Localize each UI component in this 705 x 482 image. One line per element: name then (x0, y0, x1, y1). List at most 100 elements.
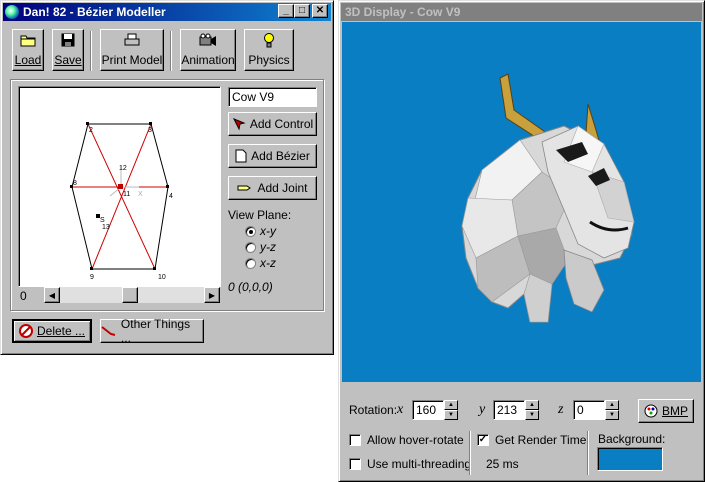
radio-label: x-y (260, 224, 276, 238)
camera-icon (199, 33, 216, 46)
new-page-icon (235, 149, 247, 163)
delete-label: Delete ... (36, 324, 86, 338)
model-wireframe: 2 3 8 4 9 10 11 12 13 S X (70, 122, 173, 281)
options-separator (587, 431, 589, 475)
app-icon (5, 5, 19, 19)
view-plane-yz-radio[interactable]: y-z (245, 240, 276, 254)
allow-hover-rotate-checkbox[interactable]: Allow hover-rotate (349, 433, 464, 447)
floppy-icon (61, 33, 75, 47)
point-label: 12 (119, 165, 127, 172)
rotation-y-input[interactable]: 213 (493, 400, 525, 420)
scroll-value: 0 (20, 289, 27, 303)
lightbulb-icon (264, 33, 274, 48)
rotation-x-input[interactable]: 160 (412, 400, 444, 420)
rotation-z-arrows[interactable]: ▲ ▼ (605, 400, 619, 420)
add-joint-label: Add Joint (257, 181, 308, 195)
axis-label: X (138, 191, 143, 198)
horizontal-scrollbar[interactable]: ◀ ▶ (44, 287, 220, 303)
add-control-label: Add Control (249, 117, 314, 131)
checkbox-indicator (349, 458, 361, 470)
checkbox-indicator (349, 434, 361, 446)
radio-label: y-z (260, 240, 276, 254)
delete-button[interactable]: Delete ... (12, 319, 92, 343)
maximize-button[interactable]: □ (294, 4, 310, 18)
scroll-right-button[interactable]: ▶ (204, 287, 220, 303)
spin-down-icon[interactable]: ▼ (525, 410, 539, 420)
view-plane-xy-radio[interactable]: x-y (245, 224, 276, 238)
bmp-label: BMP (661, 404, 688, 418)
cursor-arrow-icon (232, 118, 246, 131)
spin-up-icon[interactable]: ▲ (444, 400, 458, 410)
cow-model-render (461, 73, 635, 323)
bmp-button[interactable]: BMP (638, 399, 694, 423)
print-model-button[interactable]: Print Model (100, 29, 164, 71)
control-point[interactable] (153, 267, 156, 270)
checkbox-indicator: ✓ (477, 434, 489, 446)
display-title: 3D Display - Cow V9 (345, 5, 461, 19)
rotation-x-axis-label: x (397, 402, 404, 417)
scroll-thumb[interactable] (122, 287, 138, 303)
folder-icon (20, 35, 36, 47)
radio-indicator (245, 241, 256, 253)
animation-label: Animation (181, 53, 235, 67)
point-label: 13 (102, 224, 110, 231)
radio-label: x-z (260, 256, 276, 270)
spin-down-icon[interactable]: ▼ (605, 410, 619, 420)
control-point[interactable] (90, 267, 93, 270)
use-multi-threading-checkbox[interactable]: Use multi-threading (349, 457, 471, 471)
display-titlebar[interactable]: 3D Display - Cow V9 (341, 3, 702, 21)
rotation-x-spinner[interactable]: 160 ▲ ▼ (412, 400, 458, 420)
model-name-input[interactable]: Cow V9 (228, 87, 317, 107)
control-point[interactable] (86, 122, 89, 125)
point-label: 4 (169, 193, 173, 200)
rotation-label: Rotation: (349, 403, 398, 417)
rotation-y-spinner[interactable]: 213 ▲ ▼ (493, 400, 539, 420)
modeller-window: Dan! 82 - Bézier Modeller _ □ ✕ Load Sav… (0, 0, 334, 355)
physics-button[interactable]: Physics (244, 29, 294, 71)
rotation-z-spinner[interactable]: 0 ▲ ▼ (573, 400, 619, 420)
checkbox-label: Use multi-threading (367, 457, 472, 471)
save-label: Save (54, 53, 82, 67)
selected-point[interactable] (118, 184, 123, 189)
left-horn (499, 73, 549, 141)
spin-up-icon[interactable]: ▲ (525, 400, 539, 410)
control-point[interactable] (149, 122, 152, 125)
rotation-x-arrows[interactable]: ▲ ▼ (444, 400, 458, 420)
other-things-label: Other Things ... (120, 317, 191, 345)
render-viewport[interactable] (342, 22, 701, 382)
view-plane-xz-radio[interactable]: x-z (245, 256, 276, 270)
print-model-label: Print Model (101, 53, 163, 67)
toolbar-separator (90, 31, 92, 71)
rotation-y-axis-label: y (479, 402, 486, 417)
close-button[interactable]: ✕ (312, 4, 328, 18)
wrench-icon (101, 326, 116, 336)
save-button[interactable]: Save (52, 29, 84, 71)
radio-indicator (245, 225, 256, 237)
point-label: S (100, 217, 105, 224)
background-color-swatch[interactable] (597, 447, 663, 471)
rotation-y-arrows[interactable]: ▲ ▼ (525, 400, 539, 420)
scroll-left-button[interactable]: ◀ (44, 287, 60, 303)
add-control-button[interactable]: Add Control (228, 112, 317, 136)
point-label: 2 (89, 127, 93, 134)
rotation-z-input[interactable]: 0 (573, 400, 605, 420)
load-button[interactable]: Load (12, 29, 44, 71)
physics-label: Physics (248, 53, 290, 67)
other-things-button[interactable]: Other Things ... (100, 317, 204, 345)
model-canvas[interactable]: 2 3 8 4 9 10 11 12 13 S X (18, 86, 221, 287)
load-label: Load (14, 53, 42, 67)
spin-down-icon[interactable]: ▼ (444, 410, 458, 420)
control-point[interactable] (166, 185, 169, 188)
add-bezier-label: Add Bézier (251, 149, 310, 163)
add-joint-button[interactable]: Add Joint (228, 176, 317, 200)
point-label: 11 (123, 191, 130, 198)
no-entry-icon (18, 324, 33, 338)
minimize-button[interactable]: _ (278, 4, 294, 18)
animation-button[interactable]: Animation (180, 29, 236, 71)
get-render-time-checkbox[interactable]: ✓ Get Render Time (477, 433, 586, 447)
palette-icon (644, 404, 658, 418)
spin-up-icon[interactable]: ▲ (605, 400, 619, 410)
point-label: 3 (148, 127, 152, 134)
add-bezier-button[interactable]: Add Bézier (228, 144, 317, 168)
point-label: 9 (90, 274, 94, 281)
